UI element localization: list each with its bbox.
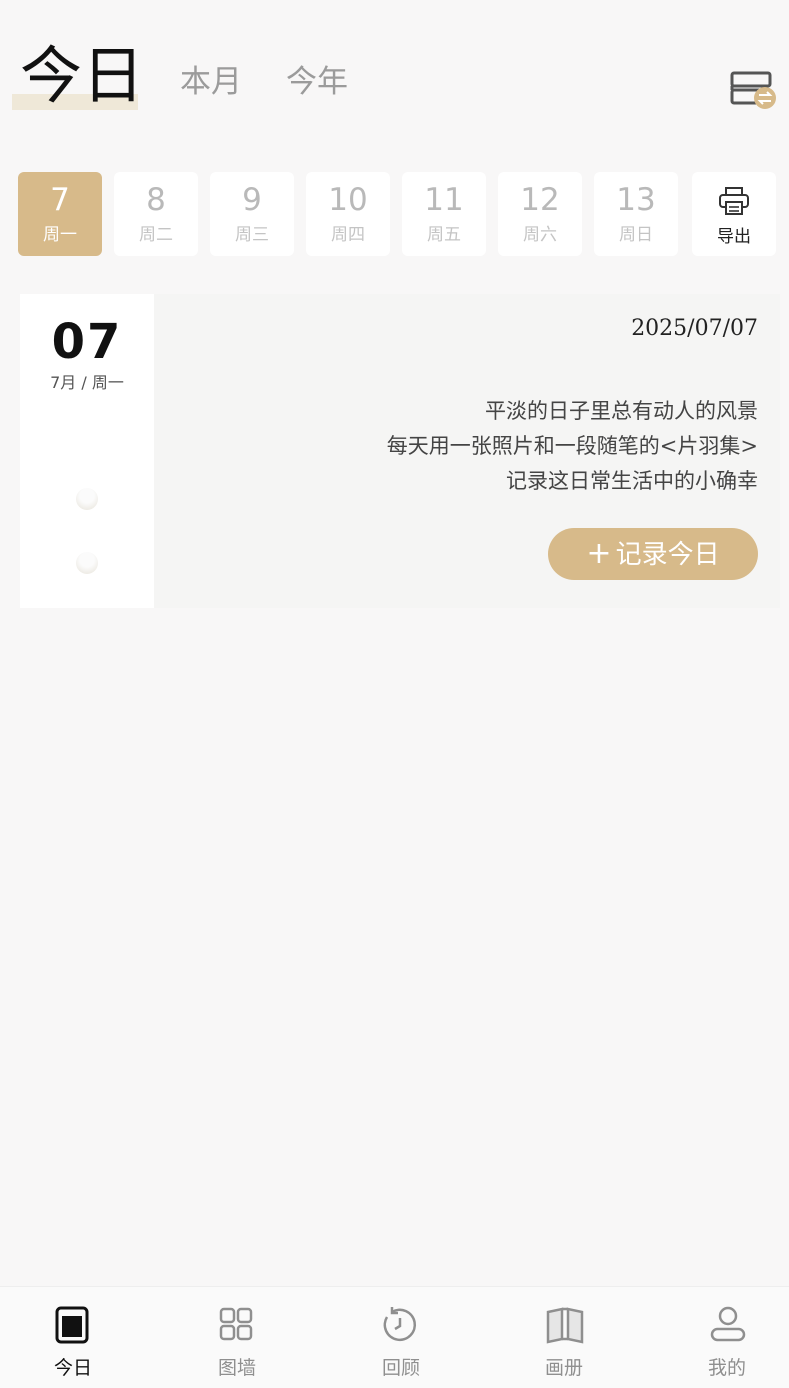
- books-swap-icon: [730, 71, 776, 109]
- switch-notebook-button[interactable]: [728, 70, 778, 114]
- day-weekday: 周四: [331, 225, 365, 245]
- day-weekday: 周日: [619, 225, 653, 245]
- day-number: 9: [242, 182, 262, 218]
- day-13[interactable]: 13 周日: [594, 172, 678, 256]
- nav-label: 我的: [707, 1357, 746, 1379]
- header: 今日 本月 今年: [0, 0, 789, 140]
- day-7[interactable]: 7 周一: [18, 172, 102, 256]
- printer-icon: [719, 187, 749, 215]
- day-weekday: 周三: [235, 225, 269, 245]
- record-today-button[interactable]: + 记录今日: [548, 528, 758, 580]
- day-number: 8: [146, 182, 166, 218]
- open-book-icon: [546, 1307, 584, 1344]
- day-number: 13: [616, 182, 656, 218]
- nav-item-mine[interactable]: 我的: [648, 1287, 789, 1388]
- record-today-label: 记录今日: [615, 540, 720, 570]
- poem-line: 记录这日常生活中的小确幸: [506, 469, 758, 493]
- day-weekday: 周六: [523, 225, 557, 245]
- day-number: 7: [50, 182, 70, 218]
- export-button[interactable]: 导出: [692, 172, 776, 256]
- plus-icon: +: [586, 536, 612, 571]
- nav-item-today[interactable]: 今日: [0, 1287, 152, 1388]
- day-weekday: 周二: [139, 225, 173, 245]
- poem-line: 每天用一张照片和一段随笔的<片羽集>: [386, 434, 758, 458]
- tab-month[interactable]: 本月: [180, 62, 242, 102]
- bottom-nav: 今日 图墙 回顾 画册 我的: [0, 1286, 789, 1388]
- nav-label: 今日: [53, 1357, 92, 1379]
- grid-icon: [219, 1307, 253, 1341]
- card-small-date: 7月 / 周一: [50, 373, 124, 392]
- day-number: 10: [328, 182, 368, 218]
- nav-item-review[interactable]: 回顾: [322, 1287, 480, 1388]
- day-11[interactable]: 11 周五: [402, 172, 486, 256]
- day-weekday: 周一: [43, 225, 77, 245]
- export-label: 导出: [717, 227, 751, 247]
- poem-line: 平淡的日子里总有动人的风景: [485, 399, 758, 423]
- card-poem: 平淡的日子里总有动人的风景 每天用一张照片和一段随笔的<片羽集> 记录这日常生活…: [387, 394, 758, 499]
- day-number: 11: [424, 182, 464, 218]
- history-clock-icon: [383, 1307, 417, 1342]
- day-8[interactable]: 8 周二: [114, 172, 198, 256]
- today-card: 07 7月 / 周一 2025/07/07 平淡的日子里总有动人的风景 每天用一…: [20, 294, 780, 608]
- nav-label: 图墙: [217, 1357, 256, 1379]
- card-date-column: 07 7月 / 周一: [20, 294, 154, 608]
- binding-hole: [76, 552, 98, 574]
- nav-label: 画册: [544, 1357, 583, 1379]
- tab-today[interactable]: 今日: [20, 38, 144, 114]
- nav-item-wall[interactable]: 图墙: [158, 1287, 316, 1388]
- day-number: 12: [520, 182, 560, 218]
- nav-item-album[interactable]: 画册: [485, 1287, 643, 1388]
- profile-icon: [710, 1306, 746, 1342]
- day-weekday: 周五: [427, 225, 461, 245]
- nav-label: 回顾: [381, 1357, 420, 1379]
- day-9[interactable]: 9 周三: [210, 172, 294, 256]
- binding-hole: [76, 488, 98, 510]
- day-10[interactable]: 10 周四: [306, 172, 390, 256]
- day-12[interactable]: 12 周六: [498, 172, 582, 256]
- card-big-day: 07: [51, 314, 123, 370]
- tab-year[interactable]: 今年: [286, 62, 348, 102]
- card-date: 2025/07/07: [631, 316, 758, 341]
- today-card-icon: [55, 1306, 89, 1344]
